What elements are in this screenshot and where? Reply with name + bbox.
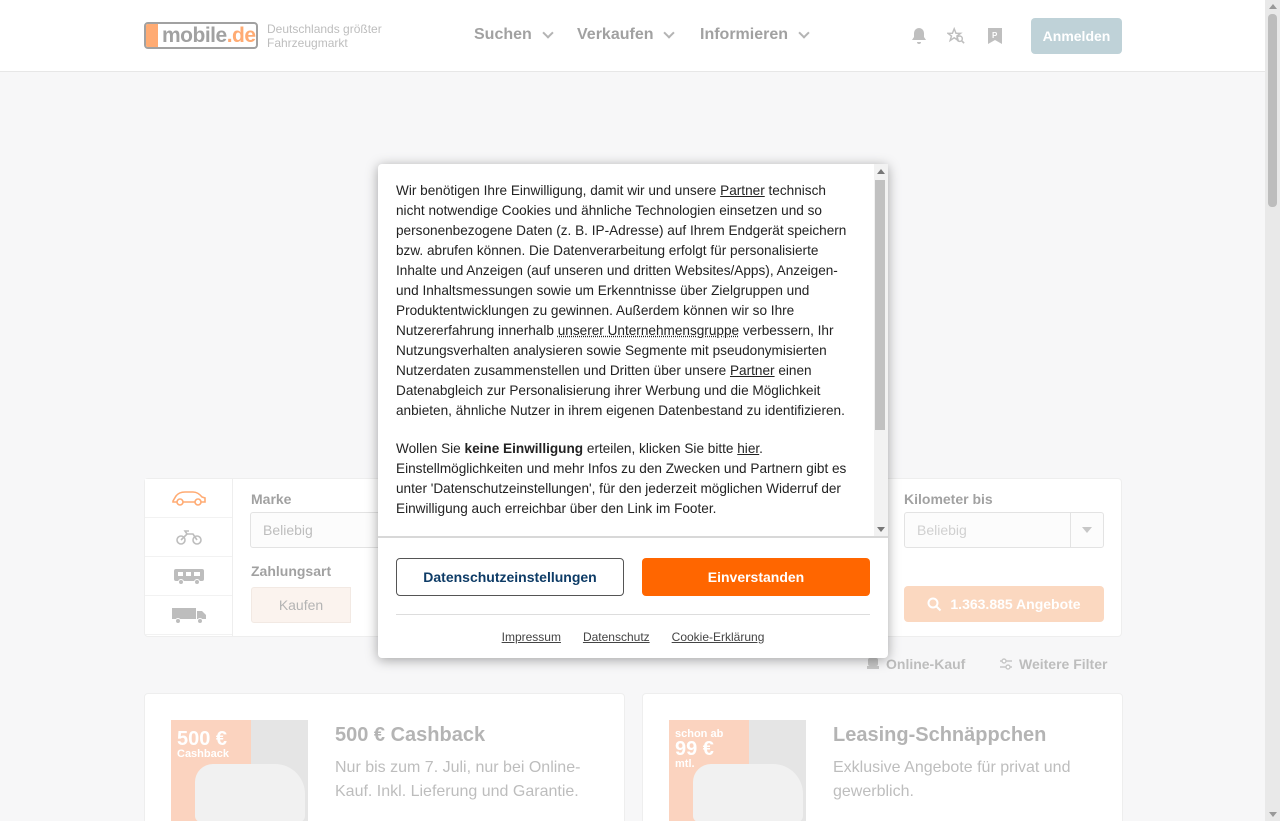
partner-link[interactable]: Partner — [730, 363, 775, 378]
scroll-down-arrow-icon[interactable] — [1269, 812, 1277, 817]
imprint-link[interactable]: Impressum — [502, 630, 561, 644]
scroll-thumb[interactable] — [1268, 14, 1277, 207]
cookie-consent-dialog: Wir benötigen Ihre Einwilligung, damit w… — [378, 164, 888, 658]
dialog-scroll-thumb[interactable] — [875, 180, 885, 430]
page-scrollbar[interactable] — [1265, 0, 1280, 821]
dialog-scrollbar[interactable] — [874, 164, 888, 536]
scroll-up-arrow-icon[interactable] — [877, 169, 885, 174]
consent-paragraph-1: Wir benötigen Ihre Einwilligung, damit w… — [396, 181, 858, 421]
divider — [396, 614, 870, 615]
consent-paragraph-2: Wollen Sie keine Einwilligung erteilen, … — [396, 439, 858, 519]
reject-here-link[interactable]: hier — [737, 441, 759, 456]
partner-link[interactable]: Partner — [720, 183, 765, 198]
consent-footer: Datenschutzeinstellungen Einverstanden I… — [378, 536, 888, 658]
scroll-up-arrow-icon[interactable] — [1269, 4, 1277, 9]
privacy-link[interactable]: Datenschutz — [583, 630, 650, 644]
accept-button[interactable]: Einverstanden — [642, 558, 870, 596]
cookie-statement-link[interactable]: Cookie-Erklärung — [672, 630, 765, 644]
company-group-link[interactable]: unserer Unternehmensgruppe — [558, 323, 739, 338]
consent-text: Wir benötigen Ihre Einwilligung, damit w… — [378, 164, 874, 536]
scroll-down-arrow-icon[interactable] — [877, 527, 885, 532]
consent-footer-links: Impressum Datenschutz Cookie-Erklärung — [378, 630, 888, 644]
privacy-settings-button[interactable]: Datenschutzeinstellungen — [396, 558, 624, 596]
